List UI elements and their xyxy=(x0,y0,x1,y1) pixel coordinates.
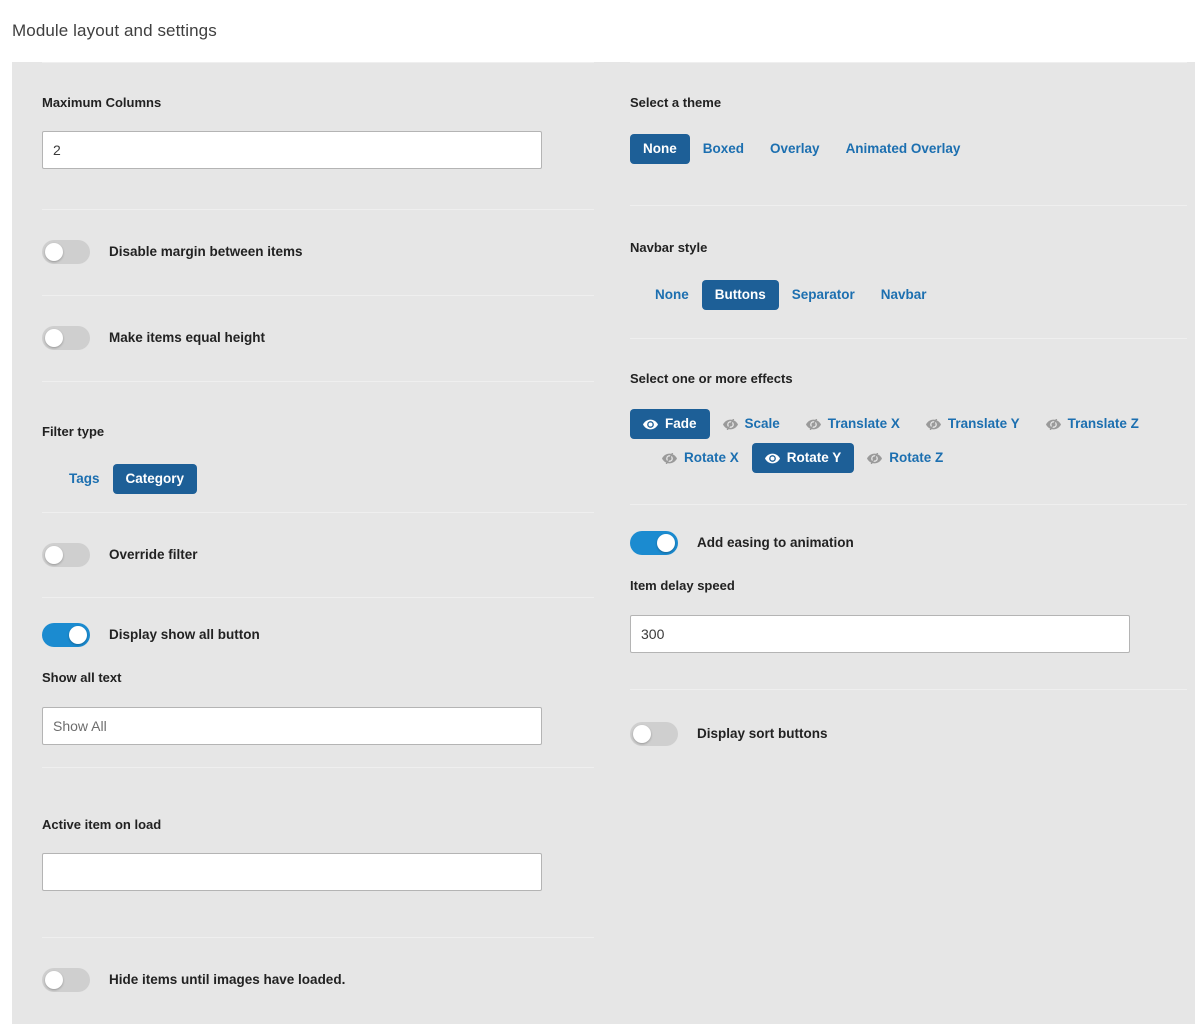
eye-icon xyxy=(643,419,658,430)
display-show-all-row: Display show all button xyxy=(12,623,610,647)
eye-slash-icon xyxy=(722,418,738,430)
filter-type-option-tags[interactable]: Tags xyxy=(56,464,113,494)
effects-row-2: Rotate X Rotate Y Rotate Z xyxy=(649,443,1195,473)
effect-option-fade[interactable]: Fade xyxy=(630,409,710,439)
setting-row-navbar-style: Navbar style None Buttons Separator Navb… xyxy=(610,205,1195,338)
override-filter-label: Override filter xyxy=(109,546,198,562)
left-settings-column: Maximum Columns Disable margin between i… xyxy=(12,62,610,1024)
setting-row-theme: Select a theme None Boxed Overlay Animat… xyxy=(610,62,1195,205)
effect-option-translate-z[interactable]: Translate Z xyxy=(1033,409,1152,439)
maximum-columns-label: Maximum Columns xyxy=(42,95,162,110)
toggle-knob xyxy=(657,534,675,552)
filter-type-button-group: Tags Category xyxy=(56,464,610,494)
theme-option-boxed[interactable]: Boxed xyxy=(690,134,757,164)
effect-label: Translate Y xyxy=(947,416,1020,431)
effect-option-translate-y[interactable]: Translate Y xyxy=(913,409,1033,439)
add-easing-label: Add easing to animation xyxy=(697,535,854,550)
page-title: Module layout and settings xyxy=(12,21,217,40)
override-filter-toggle[interactable] xyxy=(42,542,90,567)
toggle-knob xyxy=(45,545,63,564)
eye-slash-icon xyxy=(805,418,821,430)
effect-label: Translate Z xyxy=(1067,416,1139,431)
setting-row-effects: Select one or more effects Fade Scale Tr… xyxy=(610,338,1195,504)
display-show-all-label: Display show all button xyxy=(109,627,260,642)
setting-row-add-easing: Add easing to animation Item delay speed xyxy=(610,504,1195,689)
display-sort-buttons-toggle[interactable] xyxy=(630,722,678,746)
hide-until-loaded-toggle[interactable] xyxy=(42,967,90,992)
disable-margin-label: Disable margin between items xyxy=(109,244,303,259)
effect-label: Translate X xyxy=(827,416,900,431)
setting-row-override-filter: Override filter xyxy=(12,512,610,597)
eye-slash-icon xyxy=(867,452,883,464)
hide-until-loaded-label: Hide items until images have loaded. xyxy=(109,971,346,987)
setting-row-display-show-all: Display show all button Show all text xyxy=(12,597,610,767)
disable-margin-toggle[interactable] xyxy=(42,240,90,264)
page-header: Module layout and settings xyxy=(0,0,1195,62)
item-delay-speed-input[interactable] xyxy=(630,615,1130,653)
setting-row-maximum-columns: Maximum Columns xyxy=(12,62,610,209)
equal-height-label: Make items equal height xyxy=(109,330,266,345)
eye-slash-icon xyxy=(1045,418,1061,430)
toggle-knob xyxy=(633,725,651,743)
toggle-knob xyxy=(45,970,63,989)
effect-option-rotate-z[interactable]: Rotate Z xyxy=(854,443,956,473)
display-show-all-toggle[interactable] xyxy=(42,623,90,647)
eye-slash-icon xyxy=(925,418,941,430)
toggle-knob xyxy=(69,626,87,644)
show-all-text-label: Show all text xyxy=(42,670,122,685)
setting-row-hide-until-loaded: Hide items until images have loaded. xyxy=(12,937,610,1022)
effect-label: Rotate X xyxy=(684,450,739,465)
maximum-columns-input[interactable] xyxy=(42,131,542,169)
navbar-style-label: Navbar style xyxy=(630,240,708,255)
settings-page: Module layout and settings Maximum Colum… xyxy=(0,0,1195,1024)
eye-slash-icon xyxy=(662,452,677,464)
eye-icon xyxy=(764,453,780,464)
effects-label: Select one or more effects xyxy=(630,371,793,386)
effect-option-scale[interactable]: Scale xyxy=(710,409,793,439)
item-delay-speed-label: Item delay speed xyxy=(630,578,735,593)
navbar-style-button-group: None Buttons Separator Navbar xyxy=(642,280,1195,310)
effect-label: Scale xyxy=(744,416,780,431)
theme-option-animated-overlay[interactable]: Animated Overlay xyxy=(833,134,974,164)
setting-row-display-sort-buttons: Display sort buttons xyxy=(610,689,1195,779)
active-item-on-load-input[interactable] xyxy=(42,853,542,891)
active-item-on-load-label: Active item on load xyxy=(42,817,162,832)
setting-row-equal-height: Make items equal height xyxy=(12,295,610,381)
navbar-style-option-navbar[interactable]: Navbar xyxy=(868,280,940,310)
navbar-style-option-buttons[interactable]: Buttons xyxy=(701,280,779,310)
filter-type-label: Filter type xyxy=(42,424,105,439)
add-easing-toggle[interactable] xyxy=(630,531,678,555)
navbar-style-option-none[interactable]: None xyxy=(642,280,702,310)
effects-button-group: Fade Scale Translate X Translate Y Trans… xyxy=(630,409,1195,473)
effect-label: Rotate Z xyxy=(889,450,944,465)
setting-row-filter-type: Filter type Tags Category xyxy=(12,381,610,512)
add-easing-row: Add easing to animation xyxy=(610,531,1195,555)
show-all-text-input[interactable] xyxy=(42,707,542,745)
effect-label: Fade xyxy=(665,416,697,431)
effect-label: Rotate Y xyxy=(786,450,842,465)
toggle-knob xyxy=(45,243,63,261)
toggle-knob xyxy=(45,329,63,347)
settings-panel: Maximum Columns Disable margin between i… xyxy=(12,62,1195,1024)
theme-button-group: None Boxed Overlay Animated Overlay xyxy=(630,134,1195,164)
effect-option-translate-x[interactable]: Translate X xyxy=(793,409,913,439)
setting-row-disable-margin: Disable margin between items xyxy=(12,209,610,295)
display-sort-buttons-label: Display sort buttons xyxy=(697,726,828,741)
equal-height-toggle[interactable] xyxy=(42,326,90,350)
setting-row-active-item-on-load: Active item on load xyxy=(12,767,610,937)
theme-label: Select a theme xyxy=(630,95,722,110)
theme-option-overlay[interactable]: Overlay xyxy=(757,134,833,164)
right-settings-column: Select a theme None Boxed Overlay Animat… xyxy=(610,62,1195,1024)
filter-type-option-category[interactable]: Category xyxy=(112,464,198,494)
theme-option-none[interactable]: None xyxy=(630,134,690,164)
effect-option-rotate-x[interactable]: Rotate X xyxy=(649,443,752,473)
navbar-style-option-separator[interactable]: Separator xyxy=(779,280,868,310)
effect-option-rotate-y[interactable]: Rotate Y xyxy=(751,443,855,473)
